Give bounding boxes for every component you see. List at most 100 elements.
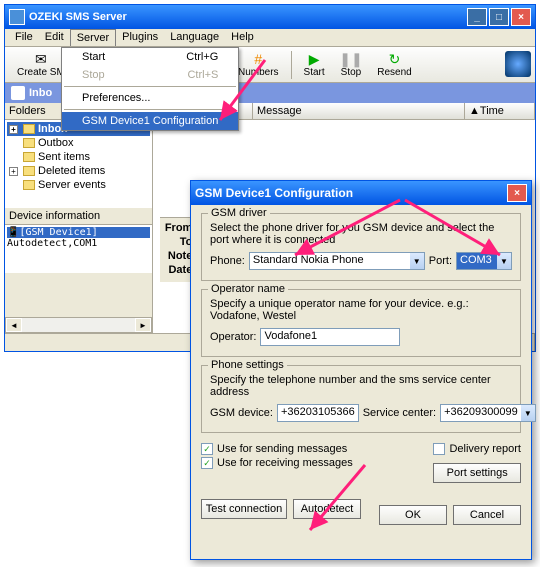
numbers-label: Numbers	[238, 67, 279, 78]
inbox-icon	[11, 86, 25, 100]
menu-start-label: Start	[82, 51, 105, 63]
folder-deleted[interactable]: + Deleted items	[7, 164, 150, 178]
operator-label: Operator:	[210, 331, 256, 343]
send-checkbox-label: Use for sending messages	[217, 443, 347, 455]
folder-outbox-label: Outbox	[38, 137, 73, 149]
menubar: File Edit Server Plugins Language Help	[5, 29, 535, 47]
menu-help[interactable]: Help	[225, 29, 260, 46]
scroll-track[interactable]	[22, 318, 135, 332]
folder-deleted-label: Deleted items	[38, 165, 105, 177]
folder-sent-label: Sent items	[38, 151, 90, 163]
subheader-title: Inbo	[29, 87, 52, 99]
stop-button[interactable]: ❚❚ Stop	[333, 49, 370, 80]
operator-group: Operator name Specify a unique operator …	[201, 289, 521, 357]
folder-icon	[23, 166, 35, 176]
menu-gsm-config-label: GSM Device1 Configuration	[82, 115, 218, 127]
menu-start[interactable]: Start Ctrl+G	[62, 48, 238, 66]
phone-settings-title: Phone settings	[208, 359, 287, 371]
autodetect-button[interactable]: Autodetect	[293, 499, 361, 519]
folder-events-label: Server events	[38, 179, 106, 191]
device-list[interactable]: 📱[GSM Device1] Autodetect,COM1	[5, 225, 152, 273]
chevron-down-icon[interactable]: ▼	[521, 405, 535, 421]
play-icon: ▶	[305, 51, 323, 67]
menu-file[interactable]: File	[9, 29, 39, 46]
menu-stop[interactable]: Stop Ctrl+S	[62, 66, 238, 84]
gsm-driver-title: GSM driver	[208, 207, 270, 219]
resend-button[interactable]: ↻ Resend	[369, 49, 419, 80]
scroll-left-button[interactable]: ◄	[6, 318, 22, 332]
phone-label: Phone:	[210, 255, 245, 267]
delivery-checkbox[interactable]	[433, 443, 445, 455]
folders-tree[interactable]: + Inbox Outbox Sent items + Deleted item…	[5, 120, 152, 208]
folder-icon	[23, 138, 35, 148]
menu-gsm-config[interactable]: GSM Device1 Configuration	[62, 112, 238, 130]
folder-outbox[interactable]: Outbox	[7, 136, 150, 150]
expand-icon[interactable]: +	[9, 125, 18, 134]
operator-desc: Specify a unique operator name for your …	[210, 298, 512, 322]
port-settings-button[interactable]: Port settings	[433, 463, 521, 483]
app-icon	[9, 9, 25, 25]
port-label: Port:	[429, 255, 452, 267]
recv-checkbox-label: Use for receiving messages	[217, 457, 353, 469]
recv-checkbox-row[interactable]: ✓ Use for receiving messages	[201, 457, 353, 469]
gsm-device-input[interactable]: +36203105366	[277, 404, 359, 422]
folder-icon	[23, 124, 35, 134]
ok-button[interactable]: OK	[379, 505, 447, 525]
start-button[interactable]: ▶ Start	[296, 49, 333, 80]
menu-edit[interactable]: Edit	[39, 29, 70, 46]
menu-start-shortcut: Ctrl+G	[186, 51, 218, 63]
menu-stop-shortcut: Ctrl+S	[187, 69, 218, 81]
folder-sent[interactable]: Sent items	[7, 150, 150, 164]
recv-checkbox[interactable]: ✓	[201, 457, 213, 469]
menu-server[interactable]: Server	[70, 29, 116, 46]
menu-preferences-label: Preferences...	[82, 92, 150, 104]
port-combo[interactable]: COM3 ▼	[456, 252, 512, 270]
minimize-button[interactable]: _	[467, 8, 487, 26]
dialog-title: GSM Device1 Configuration	[195, 186, 507, 200]
device-name: [GSM Device1]	[19, 227, 97, 238]
server-menu-dropdown: Start Ctrl+G Stop Ctrl+S Preferences... …	[61, 47, 239, 131]
auto-label: Autodetect	[301, 503, 354, 515]
close-button[interactable]: ×	[511, 8, 531, 26]
menu-plugins[interactable]: Plugins	[116, 29, 164, 46]
delivery-checkbox-row[interactable]: Delivery report	[433, 443, 521, 455]
phone-value: Standard Nokia Phone	[250, 253, 410, 269]
port-settings-label: Port settings	[447, 467, 508, 479]
ok-label: OK	[405, 509, 421, 521]
chevron-down-icon[interactable]: ▼	[497, 253, 511, 269]
gsm-device-label: GSM device:	[210, 407, 273, 419]
cancel-button[interactable]: Cancel	[453, 505, 521, 525]
port-value: COM3	[457, 253, 497, 269]
dialog-close-button[interactable]: ×	[507, 184, 527, 202]
device-item[interactable]: 📱[GSM Device1]	[7, 227, 150, 238]
service-center-value: +36209300099	[441, 405, 521, 421]
send-checkbox-row[interactable]: ✓ Use for sending messages	[201, 443, 353, 455]
titlebar: OZEKI SMS Server _ □ ×	[5, 5, 535, 29]
numbers-icon: #	[249, 51, 267, 67]
scroll-right-button[interactable]: ►	[135, 318, 151, 332]
test-connection-button[interactable]: Test connection	[201, 499, 287, 519]
col-message[interactable]: Message	[253, 103, 465, 119]
col-time[interactable]: ▲Time	[465, 103, 535, 119]
send-checkbox[interactable]: ✓	[201, 443, 213, 455]
horizontal-scrollbar[interactable]: ◄ ►	[5, 317, 152, 333]
maximize-button[interactable]: □	[489, 8, 509, 26]
menu-stop-label: Stop	[82, 69, 105, 81]
folder-icon	[23, 152, 35, 162]
service-center-combo[interactable]: +36209300099 ▼	[440, 404, 536, 422]
gsm-config-dialog: GSM Device1 Configuration × GSM driver S…	[190, 180, 532, 560]
chevron-down-icon[interactable]: ▼	[410, 253, 424, 269]
phone-combo[interactable]: Standard Nokia Phone ▼	[249, 252, 425, 270]
operator-input[interactable]: Vodafone1	[260, 328, 400, 346]
phone-settings-group: Phone settings Specify the telephone num…	[201, 365, 521, 433]
menu-language[interactable]: Language	[164, 29, 225, 46]
menu-preferences[interactable]: Preferences...	[62, 89, 238, 107]
service-center-label: Service center:	[363, 407, 436, 419]
delivery-checkbox-label: Delivery report	[449, 443, 521, 455]
dialog-titlebar: GSM Device1 Configuration ×	[191, 181, 531, 205]
expand-icon[interactable]: +	[9, 167, 18, 176]
operator-title: Operator name	[208, 283, 288, 295]
folder-icon	[23, 180, 35, 190]
left-panel: Folders + Inbox Outbox Sent items +	[5, 103, 153, 333]
folder-events[interactable]: Server events	[7, 178, 150, 192]
